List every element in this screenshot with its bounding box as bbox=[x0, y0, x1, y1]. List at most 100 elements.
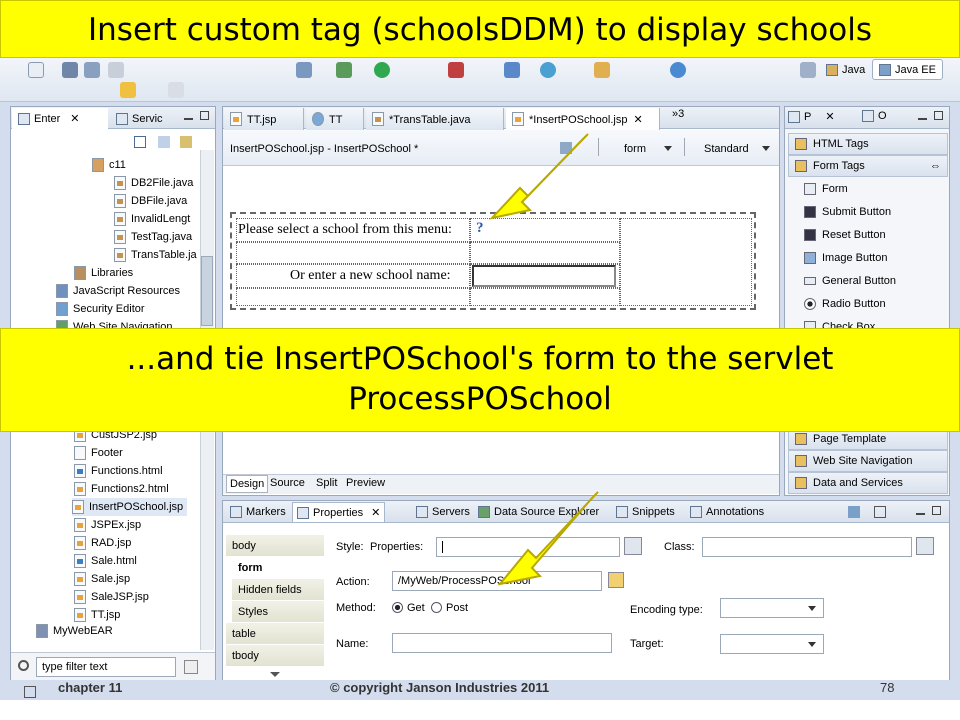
method-post-radio[interactable] bbox=[431, 602, 442, 613]
class-input[interactable] bbox=[702, 537, 912, 557]
minimize-icon[interactable] bbox=[916, 513, 925, 515]
save-all-icon[interactable] bbox=[84, 62, 100, 78]
tree-item[interactable]: TT.jsp bbox=[74, 606, 120, 624]
open-perspective-icon[interactable] bbox=[800, 62, 816, 78]
tree-item[interactable]: InvalidLengt bbox=[114, 210, 190, 228]
method-get-radio[interactable] bbox=[392, 602, 403, 613]
tree-item-selected[interactable]: InsertPOSchool.jsp bbox=[72, 498, 188, 516]
back-icon[interactable] bbox=[120, 82, 136, 98]
palette-item-form[interactable]: Form bbox=[788, 178, 948, 200]
tree-item[interactable]: SaleJSP.jsp bbox=[74, 588, 149, 606]
tab-split[interactable]: Split bbox=[316, 477, 337, 489]
save-icon[interactable] bbox=[62, 62, 78, 78]
new-school-input[interactable] bbox=[472, 265, 616, 287]
close-icon[interactable]: ✕ bbox=[371, 506, 380, 519]
run-icon[interactable] bbox=[374, 62, 390, 78]
chevron-down-icon[interactable] bbox=[664, 146, 672, 151]
tab-services[interactable]: Servic bbox=[112, 108, 176, 129]
more-tabs-indicator[interactable]: »3 bbox=[672, 108, 684, 120]
palette-item-image-button[interactable]: Image Button bbox=[788, 247, 948, 269]
run-server-icon[interactable] bbox=[336, 62, 352, 78]
external-tools-icon[interactable] bbox=[448, 62, 464, 78]
pin-view-icon[interactable] bbox=[848, 506, 860, 518]
filter-input[interactable]: type filter text bbox=[36, 657, 176, 677]
maximize-icon[interactable] bbox=[934, 111, 943, 120]
tab-annotations[interactable]: Annotations bbox=[686, 502, 768, 522]
new-project-icon[interactable] bbox=[504, 62, 520, 78]
style-edit-icon[interactable] bbox=[624, 537, 642, 555]
tree-item[interactable]: JSPEx.jsp bbox=[74, 516, 141, 534]
scroll-down-icon[interactable] bbox=[270, 672, 280, 677]
table-cell[interactable] bbox=[236, 242, 470, 264]
print-icon[interactable] bbox=[108, 62, 124, 78]
palette-item-submit[interactable]: Submit Button bbox=[788, 201, 948, 223]
tree-scroll-thumb[interactable] bbox=[201, 256, 213, 326]
tab-snippets[interactable]: Snippets bbox=[612, 502, 679, 522]
pin-icon[interactable]: ⇔ bbox=[930, 160, 941, 172]
chevron-down-icon[interactable] bbox=[808, 606, 816, 611]
table-cell[interactable] bbox=[470, 242, 620, 264]
minimize-icon[interactable] bbox=[918, 118, 927, 120]
table-cell[interactable] bbox=[236, 288, 470, 306]
forward-icon[interactable] bbox=[168, 82, 184, 98]
tree-item[interactable]: Functions2.html bbox=[74, 480, 169, 498]
palette-item-radio[interactable]: Radio Button bbox=[788, 293, 948, 315]
tree-item[interactable]: JavaScript Resources bbox=[56, 282, 180, 300]
view-menu-icon[interactable] bbox=[874, 506, 886, 518]
perspective-java[interactable]: Java bbox=[820, 60, 871, 80]
tab-properties[interactable]: Properties ✕ bbox=[292, 502, 386, 522]
form-selector[interactable]: form bbox=[624, 143, 646, 155]
tab-outline[interactable]: O bbox=[862, 110, 887, 122]
new-class-icon[interactable] bbox=[540, 62, 556, 78]
palette-drawer-web-site-navigation[interactable]: Web Site Navigation bbox=[788, 450, 948, 472]
prop-tab-table[interactable]: table bbox=[226, 623, 324, 645]
tree-item[interactable]: Footer bbox=[74, 444, 123, 462]
palette-item-reset[interactable]: Reset Button bbox=[788, 224, 948, 246]
tab-enterprise-explorer[interactable]: Enter ✕ bbox=[12, 108, 108, 129]
tab-markers[interactable]: Markers bbox=[226, 502, 290, 522]
collapse-all-icon[interactable] bbox=[134, 136, 146, 148]
prop-tab-hidden-fields[interactable]: Hidden fields bbox=[232, 579, 324, 601]
minimize-icon[interactable] bbox=[184, 118, 193, 121]
search-icon[interactable] bbox=[670, 62, 686, 78]
link-editor-icon[interactable] bbox=[158, 136, 170, 148]
close-icon[interactable]: ✕ bbox=[70, 112, 79, 125]
tab-design[interactable]: Design bbox=[226, 475, 269, 493]
prop-tab-body[interactable]: body bbox=[226, 535, 324, 557]
view-menu-icon[interactable] bbox=[180, 136, 192, 148]
tab-preview[interactable]: Preview bbox=[346, 477, 385, 489]
tree-item[interactable]: Sale.jsp bbox=[74, 570, 130, 588]
prop-tab-form[interactable]: form bbox=[232, 557, 324, 579]
prop-tab-styles[interactable]: Styles bbox=[232, 601, 324, 623]
close-icon[interactable]: ✕ bbox=[825, 110, 834, 123]
tree-item[interactable]: DB2File.java bbox=[114, 174, 193, 192]
tab-palette[interactable]: P ✕ bbox=[788, 110, 835, 123]
open-folder-icon[interactable] bbox=[594, 62, 610, 78]
table-cell[interactable] bbox=[470, 288, 620, 306]
name-input[interactable] bbox=[392, 633, 612, 653]
palette-drawer-data-services[interactable]: Data and Services bbox=[788, 472, 948, 494]
tree-item[interactable]: Security Editor bbox=[56, 300, 145, 318]
standard-selector[interactable]: Standard bbox=[704, 143, 749, 155]
table-cell[interactable] bbox=[620, 218, 752, 306]
fast-view-icon[interactable] bbox=[24, 686, 36, 698]
tree-item[interactable]: RAD.jsp bbox=[74, 534, 131, 552]
tree-item[interactable]: TransTable.ja bbox=[114, 246, 197, 264]
maximize-icon[interactable] bbox=[932, 506, 941, 515]
class-edit-icon[interactable] bbox=[916, 537, 934, 555]
palette-drawer-form-tags[interactable]: Form Tags ⇔ bbox=[788, 155, 948, 177]
debug-icon[interactable] bbox=[296, 62, 312, 78]
tree-item[interactable]: Libraries bbox=[74, 264, 133, 282]
tree-item[interactable]: Functions.html bbox=[74, 462, 163, 480]
tree-item[interactable]: TestTag.java bbox=[114, 228, 192, 246]
close-icon[interactable]: ✕ bbox=[633, 114, 642, 126]
palette-item-general-button[interactable]: General Button bbox=[788, 270, 948, 292]
action-browse-icon[interactable] bbox=[608, 572, 624, 588]
tree-item-package[interactable]: c11 bbox=[92, 156, 126, 174]
prop-tab-tbody[interactable]: tbody bbox=[226, 645, 324, 667]
clear-filter-icon[interactable] bbox=[184, 660, 198, 674]
maximize-icon[interactable] bbox=[200, 111, 209, 120]
chevron-down-icon[interactable] bbox=[808, 642, 816, 647]
perspective-java-ee[interactable]: Java EE bbox=[872, 59, 943, 80]
tree-item[interactable]: MyWebEAR bbox=[36, 624, 113, 638]
